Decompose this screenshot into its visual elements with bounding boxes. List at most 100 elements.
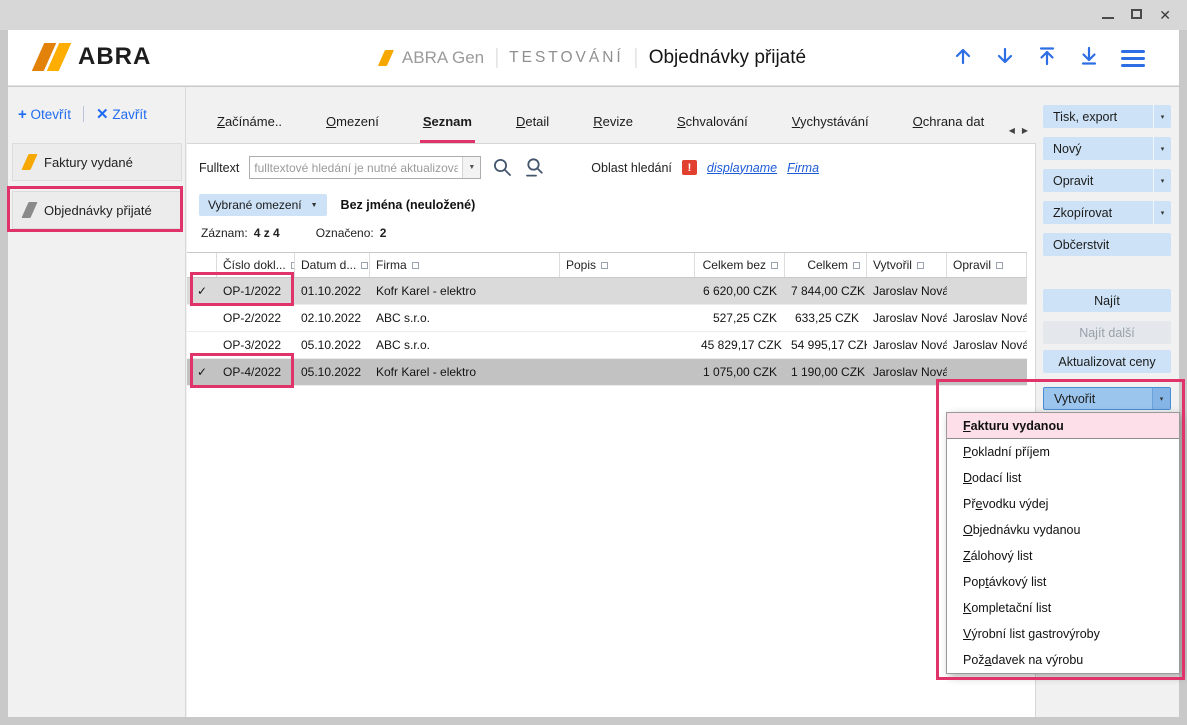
menu-item-zalohovy-list[interactable]: Zálohový list xyxy=(947,543,1179,569)
row-check-icon[interactable] xyxy=(187,332,217,358)
maximize-button[interactable] xyxy=(1131,6,1142,24)
sidebar-item-label: Faktury vydané xyxy=(44,155,133,170)
search-scope-label: Oblast hledání xyxy=(591,161,672,175)
search-button[interactable] xyxy=(491,157,513,179)
chevron-down-icon[interactable]: ▼ xyxy=(462,157,480,178)
menu-item-objednavku-vydanou[interactable]: Objednávku vydanou xyxy=(947,517,1179,543)
agenda-sidebar: + Otevřít ✕ Zavřít Faktury vydané Objedn… xyxy=(8,87,186,717)
menu-item-dodaci-list[interactable]: Dodací list xyxy=(947,465,1179,491)
search-field-link-displayname[interactable]: displayname xyxy=(707,161,777,175)
menu-item-pokladni-prijem[interactable]: Pokladní příjem xyxy=(947,439,1179,465)
copy-button[interactable]: Zkopírovat ▾ xyxy=(1043,201,1171,224)
edit-button[interactable]: Opravit ▾ xyxy=(1043,169,1171,192)
menu-item-kompletacni-list[interactable]: Kompletační list xyxy=(947,595,1179,621)
create-menu: Fakturu vydanou Pokladní příjem Dodací l… xyxy=(946,412,1180,674)
row-check-icon[interactable]: ✓ xyxy=(187,278,217,304)
tab-vychystavani[interactable]: Vychystávání xyxy=(792,114,869,129)
hamburger-icon xyxy=(1121,50,1145,53)
search-field-link-firma[interactable]: Firma xyxy=(787,161,819,175)
find-button[interactable]: Najít xyxy=(1043,289,1171,312)
row-check-icon[interactable]: ✓ xyxy=(187,359,217,385)
close-agenda-button[interactable]: ✕ Zavřít xyxy=(96,105,147,123)
fulltext-label: Fulltext xyxy=(199,161,239,175)
column-options-icon[interactable] xyxy=(996,262,1003,269)
close-icon: ✕ xyxy=(1159,7,1171,23)
chevron-down-icon[interactable]: ▾ xyxy=(1153,137,1171,160)
abra-logo: ABRA xyxy=(32,43,151,71)
chevron-down-icon[interactable]: ▾ xyxy=(1152,388,1170,409)
column-header-vytvoril[interactable]: Vytvořil xyxy=(867,253,947,277)
arrow-down-to-line-icon xyxy=(1079,46,1099,66)
column-header-check xyxy=(187,253,217,277)
menu-item-vyrobni-list-gastrovyroby[interactable]: Výrobní list gastrovýroby xyxy=(947,621,1179,647)
tab-seznam[interactable]: Seznam xyxy=(423,114,472,129)
search-all-icon xyxy=(524,157,545,178)
chevron-down-icon[interactable]: ▾ xyxy=(1153,105,1171,128)
table-row-op-4-2022[interactable]: ✓ OP-4/2022 05.10.2022 Kofr Karel - elek… xyxy=(187,359,1027,386)
restriction-selector[interactable]: Vybrané omezení ▼ xyxy=(199,194,327,216)
column-options-icon[interactable] xyxy=(771,262,778,269)
table-row-op-1-2022[interactable]: ✓ OP-1/2022 01.10.2022 Kofr Karel - elek… xyxy=(187,278,1027,305)
menu-item-poptavkovy-list[interactable]: Poptávkový list xyxy=(947,569,1179,595)
arrow-up-to-line-icon xyxy=(1037,46,1057,66)
menu-item-pozadavek-na-vyrobu[interactable]: Požadavek na výrobu xyxy=(947,647,1179,673)
main-menu-button[interactable] xyxy=(1121,50,1145,67)
tab-zaciname[interactable]: Začínáme.. xyxy=(217,114,282,129)
open-agenda-button[interactable]: + Otevřít xyxy=(18,106,71,123)
sidebar-item-objednavky-prijate[interactable]: Objednávky přijaté xyxy=(12,191,182,229)
arrow-down-icon xyxy=(995,46,1015,66)
table-row-op-2-2022[interactable]: OP-2/2022 02.10.2022 ABC s.r.o. 527,25 C… xyxy=(187,305,1027,332)
menu-item-prevodku-vydej[interactable]: Převodku výdej xyxy=(947,491,1179,517)
print-export-button[interactable]: Tisk, export ▾ xyxy=(1043,105,1171,128)
marked-label: Označeno: xyxy=(316,226,374,240)
update-prices-button[interactable]: Aktualizovat ceny xyxy=(1043,350,1171,373)
minimize-button[interactable] xyxy=(1102,6,1114,24)
create-button[interactable]: Vytvořit ▾ xyxy=(1043,387,1171,410)
column-options-icon[interactable] xyxy=(601,262,608,269)
tab-omezeni[interactable]: Omezení xyxy=(326,114,379,129)
column-header-celkem[interactable]: Celkem xyxy=(785,253,867,277)
column-header-opravil[interactable]: Opravil xyxy=(947,253,1027,277)
sidebar-item-label: Objednávky přijaté xyxy=(44,203,152,218)
tab-schvalovani[interactable]: Schvalování xyxy=(677,114,748,129)
agenda-slash-icon xyxy=(377,50,393,66)
restriction-bar: Vybrané omezení ▼ Bez jména (neuložené) xyxy=(199,194,475,216)
tab-scroll-left-button[interactable]: ◀ xyxy=(1009,126,1015,135)
menu-item-fakturu-vydanou[interactable]: Fakturu vydanou xyxy=(947,413,1179,439)
close-button[interactable]: ✕ xyxy=(1159,8,1171,22)
sidebar-item-faktury-vydane[interactable]: Faktury vydané xyxy=(12,143,182,181)
column-options-icon[interactable] xyxy=(412,262,419,269)
column-header-firma[interactable]: Firma xyxy=(370,253,560,277)
next-record-button[interactable] xyxy=(995,46,1015,71)
previous-record-button[interactable] xyxy=(953,46,973,71)
tab-ochrana-dat[interactable]: Ochrana dat xyxy=(913,114,985,129)
row-check-icon[interactable] xyxy=(187,305,217,331)
first-record-button[interactable] xyxy=(1037,46,1057,71)
tab-bar: Začínáme.. Omezení Seznam Detail Revize … xyxy=(187,87,1036,143)
column-options-icon[interactable] xyxy=(853,262,860,269)
find-next-button[interactable]: Najít další xyxy=(1043,321,1171,344)
chevron-down-icon: ▼ xyxy=(311,202,318,209)
new-button[interactable]: Nový ▾ xyxy=(1043,137,1171,160)
refresh-button[interactable]: Občerstvit xyxy=(1043,233,1171,256)
chevron-down-icon[interactable]: ▾ xyxy=(1153,169,1171,192)
agenda-slash-icon xyxy=(21,154,37,170)
chevron-down-icon[interactable]: ▾ xyxy=(1153,201,1171,224)
column-header-cislo[interactable]: Číslo dokl... xyxy=(217,253,295,277)
close-agenda-label: Zavřít xyxy=(112,107,147,122)
tab-revize[interactable]: Revize xyxy=(593,114,633,129)
tab-scroll-right-button[interactable]: ▶ xyxy=(1022,126,1028,135)
main-panel: Začínáme.. Omezení Seznam Detail Revize … xyxy=(187,87,1036,717)
column-options-icon[interactable] xyxy=(361,262,368,269)
restriction-name: Bez jména (neuložené) xyxy=(341,198,476,212)
fulltext-input[interactable] xyxy=(250,157,462,178)
column-header-celkem-bez[interactable]: Celkem bez xyxy=(695,253,785,277)
fulltext-combo: ▼ xyxy=(249,156,481,179)
column-header-popis[interactable]: Popis xyxy=(560,253,695,277)
column-options-icon[interactable] xyxy=(917,262,924,269)
last-record-button[interactable] xyxy=(1079,46,1099,71)
column-header-datum[interactable]: Datum d... xyxy=(295,253,370,277)
tab-detail[interactable]: Detail xyxy=(516,114,549,129)
search-all-button[interactable] xyxy=(523,157,545,179)
table-row-op-3-2022[interactable]: OP-3/2022 05.10.2022 ABC s.r.o. 45 829,1… xyxy=(187,332,1027,359)
